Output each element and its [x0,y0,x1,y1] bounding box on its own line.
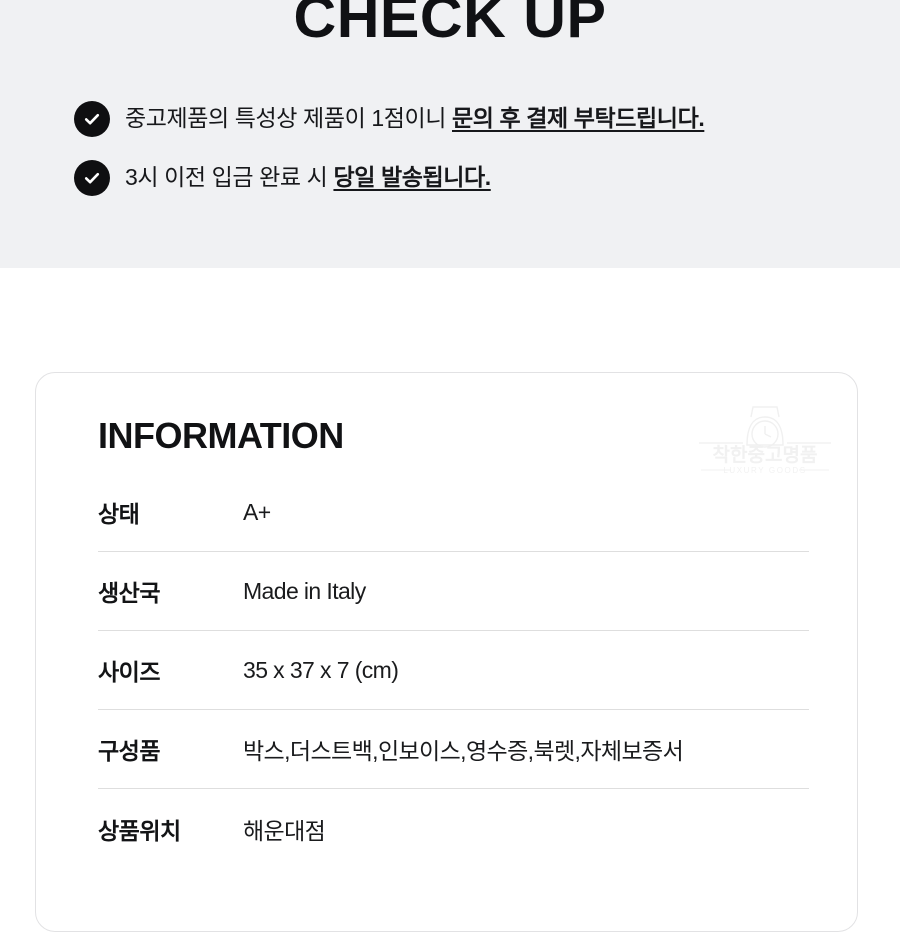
row-label-size: 사이즈 [98,659,160,685]
table-row: 구성품 박스,더스트백,인보이스,영수증,북렛,자체보증서 [98,710,809,789]
row-value-location: 해운대점 [243,817,326,844]
information-title: INFORMATION [98,415,344,456]
table-row: 상태 A+ [98,473,809,552]
brand-watermark: 착한중고명품 LUXURY GOODS [695,403,835,481]
row-label-origin: 생산국 [98,580,160,606]
watermark-brand-kr: 착한중고명품 [713,444,818,466]
row-value-condition: A+ [243,498,271,525]
row-value-origin: Made in Italy [243,577,366,604]
checkup-item-2-text-plain: 3시 이전 입금 완료 시 [125,164,334,190]
information-card-header: INFORMATION 착한중고명품 LUXURY GOODS [36,373,857,475]
check-circle-icon [74,101,110,137]
information-card: INFORMATION 착한중고명품 LUXURY GOODS 상태 A+ 생산… [35,372,858,932]
checkup-section: CHECK UP 중고제품의 특성상 제품이 1점이니 문의 후 결제 부탁드립… [0,0,900,268]
checkup-item-1-text-emphasis: 문의 후 결제 부탁드립니다. [452,105,705,131]
row-value-size: 35 x 37 x 7 (cm) [243,656,399,683]
checkup-list: 중고제품의 특성상 제품이 1점이니 문의 후 결제 부탁드립니다. 3시 이전… [74,100,874,218]
checkup-title: CHECK UP [293,0,607,50]
checkup-item-2-text: 3시 이전 입금 완료 시 당일 발송됩니다. [125,159,491,195]
table-row: 상품위치 해운대점 [98,789,809,868]
checkup-item-1: 중고제품의 특성상 제품이 1점이니 문의 후 결제 부탁드립니다. [74,100,874,137]
check-circle-icon [74,160,110,196]
row-label-location: 상품위치 [98,817,181,844]
watch-icon [746,406,784,448]
information-table: 상태 A+ 생산국 Made in Italy 사이즈 35 x 37 x 7 … [36,473,857,868]
checkup-item-1-text: 중고제품의 특성상 제품이 1점이니 문의 후 결제 부탁드립니다. [125,100,705,136]
checkup-item-2: 3시 이전 입금 완료 시 당일 발송됩니다. [74,159,874,196]
row-label-condition: 상태 [98,501,140,527]
checkup-item-1-text-plain: 중고제품의 특성상 제품이 1점이니 [125,105,452,131]
table-row: 사이즈 35 x 37 x 7 (cm) [98,631,809,710]
checkup-item-2-text-emphasis: 당일 발송됩니다. [333,164,491,190]
row-label-components: 구성품 [98,738,160,764]
table-row: 생산국 Made in Italy [98,552,809,631]
row-value-components: 박스,더스트백,인보이스,영수증,북렛,자체보증서 [243,738,684,764]
